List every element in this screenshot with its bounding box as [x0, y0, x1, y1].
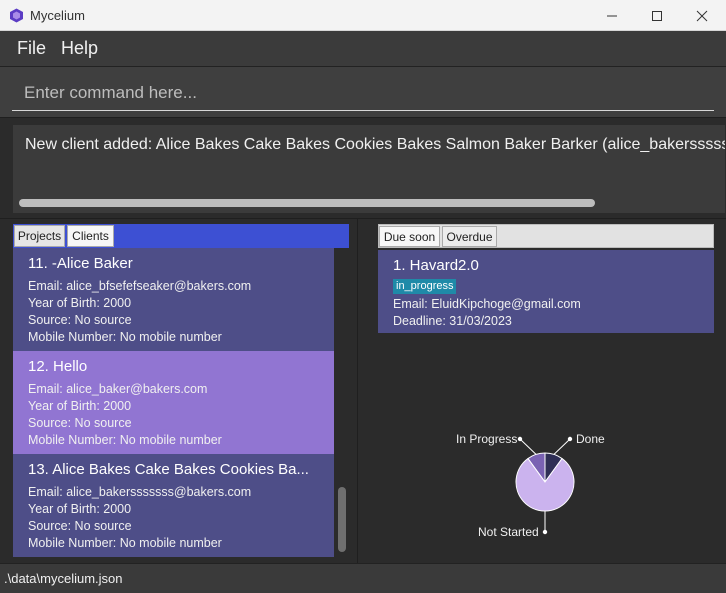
client-year-of-birth: Year of Birth: 2000	[28, 502, 132, 516]
close-icon	[696, 10, 708, 21]
tab-clients[interactable]: Clients	[67, 225, 114, 247]
client-card[interactable]: 12. Hello Email: alice_baker@bakers.com …	[13, 351, 334, 454]
client-list: 11. -Alice Baker Email: alice_bfsefefsea…	[13, 248, 334, 557]
pie-label-done: Done	[576, 432, 605, 446]
client-card[interactable]: 13. Alice Bakes Cake Bakes Cookies Ba...…	[13, 454, 334, 557]
window-title: Mycelium	[30, 8, 85, 23]
entity-list-panel: Projects Clients 11. -Alice Baker Email:…	[0, 219, 358, 563]
result-display: New client added: Alice Bakes Cake Bakes…	[13, 125, 725, 213]
client-source: Source: No source	[28, 416, 132, 430]
client-mobile: Mobile Number: No mobile number	[28, 536, 222, 550]
app-logo-icon	[10, 8, 23, 23]
result-horizontal-scrollbar[interactable]	[19, 199, 595, 207]
client-year-of-birth: Year of Birth: 2000	[28, 399, 132, 413]
menu-file[interactable]: File	[17, 38, 46, 59]
result-panel: New client added: Alice Bakes Cake Bakes…	[0, 117, 726, 219]
pie-label-in-progress: In Progress	[456, 432, 518, 446]
client-mobile: Mobile Number: No mobile number	[28, 433, 222, 447]
client-email: Email: alice_baker@bakers.com	[28, 382, 208, 396]
status-bar: .\data\mycelium.json	[0, 563, 726, 593]
client-source: Source: No source	[28, 519, 132, 533]
tab-projects[interactable]: Projects	[14, 225, 65, 247]
client-email: Email: alice_bakersssssss@bakers.com	[28, 485, 252, 499]
client-title: 13. Alice Bakes Cake Bakes Cookies Ba...	[28, 461, 309, 478]
command-box	[0, 67, 726, 117]
menu-help[interactable]: Help	[61, 38, 98, 59]
data-file-path: .\data\mycelium.json	[4, 571, 123, 586]
result-message: New client added: Alice Bakes Cake Bakes…	[25, 136, 725, 153]
close-button[interactable]	[679, 0, 725, 31]
pie-leader-line	[519, 438, 537, 455]
pie-leader-dot	[567, 436, 573, 442]
client-title: 12. Hello	[28, 358, 88, 375]
menu-bar: File Help	[0, 31, 726, 67]
client-title: 11. -Alice Baker	[28, 255, 133, 272]
pie-leader-dot	[517, 436, 523, 442]
statistics-panel: Due soon Overdue 1. Havard2.0 in_progres…	[359, 219, 726, 563]
maximize-button[interactable]	[634, 0, 680, 31]
pie-label-not-started: Not Started	[478, 525, 539, 539]
entity-tab-bar: Projects Clients	[13, 224, 349, 248]
pie-leader-line	[553, 438, 571, 455]
client-mobile: Mobile Number: No mobile number	[28, 330, 222, 344]
title-bar: Mycelium	[0, 0, 726, 31]
client-email: Email: alice_bfsefefseaker@bakers.com	[28, 279, 252, 293]
command-input[interactable]	[12, 75, 714, 111]
pie-leader-dot	[542, 529, 548, 535]
minimize-icon	[607, 15, 617, 16]
minimize-button[interactable]	[589, 0, 635, 31]
client-card[interactable]: 11. -Alice Baker Email: alice_bfsefefsea…	[13, 248, 334, 351]
client-list-scroll-thumb[interactable]	[338, 487, 346, 552]
client-source: Source: No source	[28, 313, 132, 327]
client-year-of-birth: Year of Birth: 2000	[28, 296, 132, 310]
progress-pie-chart	[515, 436, 575, 535]
maximize-icon	[652, 10, 662, 21]
